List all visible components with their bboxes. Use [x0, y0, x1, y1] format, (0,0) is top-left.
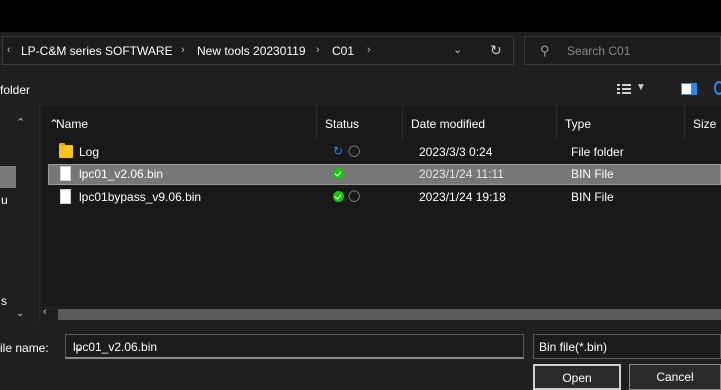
nav-item-s[interactable]: s	[1, 294, 7, 308]
file-name-value: lpc01_v2.06.bin	[73, 340, 158, 354]
search-icon: ⚲	[540, 43, 550, 58]
breadcrumb-separator-icon[interactable]: ›	[316, 44, 320, 56]
file-type-value: Bin file(*.bin)	[539, 340, 608, 354]
refresh-icon[interactable]: ↻	[490, 42, 502, 59]
file-list: Name ⌃ Status Date modified Type Size Lo…	[41, 106, 721, 306]
chevron-down-icon[interactable]: ⌄	[73, 340, 83, 354]
person-icon: ◯	[348, 145, 361, 157]
file-type: BIN File	[571, 167, 614, 181]
breadcrumb-lp-software[interactable]: LP-C&M series SOFTWARE	[21, 44, 173, 58]
file-date: 2023/3/3 0:24	[419, 145, 493, 159]
address-bar[interactable]: ‹ LP-C&M series SOFTWARE › New tools 202…	[2, 36, 514, 65]
title-bar	[0, 0, 721, 32]
scroll-left-icon[interactable]: ‹	[43, 306, 47, 318]
scroll-up-icon[interactable]: ⌃	[16, 116, 25, 129]
help-icon[interactable]	[714, 81, 721, 95]
column-size-label: Size	[693, 117, 717, 131]
scrollbar-thumb[interactable]	[58, 309, 721, 320]
file-date: 2023/1/24 11:11	[419, 167, 504, 181]
available-status-icon	[333, 168, 344, 179]
file-name: Log	[79, 145, 100, 159]
view-options-icon[interactable]	[617, 84, 631, 94]
list-item-lpc01-v2-06[interactable]: lpc01_v2.06.bin 2023/1/24 11:11 BIN File	[48, 164, 721, 185]
navigation-pane: ⌃ u s ⌄	[0, 106, 40, 322]
column-type-label: Type	[565, 117, 592, 131]
file-name: lpc01bypass_v9.06.bin	[79, 190, 202, 204]
scroll-down-icon[interactable]: ⌄	[16, 308, 24, 319]
file-name-label: ile name:	[0, 341, 49, 355]
sync-status-icon: ↻	[333, 144, 344, 158]
sort-ascending-icon: ⌃	[49, 117, 60, 131]
cancel-button[interactable]: Cancel	[629, 364, 721, 390]
breadcrumb-separator-icon[interactable]: ›	[367, 44, 371, 56]
list-item-log[interactable]: Log ↻ ◯ 2023/3/3 0:24 File folder	[48, 142, 721, 163]
nav-item-selected[interactable]	[0, 166, 16, 188]
chevron-down-icon[interactable]: ⌄	[453, 43, 462, 56]
list-item-lpc01bypass[interactable]: lpc01bypass_v9.06.bin ◯ 2023/1/24 19:18 …	[48, 187, 721, 208]
search-placeholder: Search C01	[567, 44, 631, 58]
view-dropdown-icon[interactable]: ▼	[636, 82, 646, 93]
open-button[interactable]: Open	[533, 364, 621, 390]
column-header-status[interactable]: Status	[317, 106, 403, 140]
toolbar: folder ▼	[0, 74, 721, 106]
breadcrumb-new-tools[interactable]: New tools 20230119	[197, 44, 306, 58]
column-header-date[interactable]: Date modified	[403, 106, 557, 140]
column-status-label: Status	[325, 117, 360, 131]
cancel-button-label: Cancel	[656, 370, 694, 384]
file-icon	[60, 166, 71, 181]
address-row: ‹ LP-C&M series SOFTWARE › New tools 202…	[0, 32, 721, 74]
file-type-select[interactable]: Bin file(*.bin)	[533, 334, 721, 359]
dialog-footer: ile name: lpc01_v2.06.bin ⌄ Bin file(*.b…	[0, 322, 721, 390]
file-type: BIN File	[571, 190, 614, 204]
column-header-type[interactable]: Type	[557, 106, 685, 140]
available-status-icon	[333, 191, 344, 202]
column-header-name[interactable]: Name ⌃	[41, 106, 317, 140]
horizontal-scrollbar[interactable]: ‹	[41, 306, 721, 322]
file-type: File folder	[571, 145, 624, 159]
breadcrumb-c01[interactable]: C01	[332, 44, 354, 58]
new-folder-button[interactable]: folder	[0, 83, 30, 97]
search-input[interactable]: ⚲ Search C01	[524, 36, 721, 65]
breadcrumb-separator-icon[interactable]: ›	[181, 44, 185, 56]
column-date-label: Date modified	[411, 117, 486, 131]
folder-icon	[59, 143, 73, 158]
column-name-label: Name	[56, 117, 89, 131]
nav-item-u[interactable]: u	[1, 193, 8, 207]
file-date: 2023/1/24 19:18	[419, 190, 506, 204]
column-header-size[interactable]: Size	[685, 106, 721, 140]
preview-pane-icon[interactable]	[681, 83, 697, 95]
file-name: lpc01_v2.06.bin	[79, 167, 164, 181]
file-icon	[60, 189, 71, 204]
person-icon: ◯	[348, 190, 361, 202]
open-button-label: Open	[562, 371, 592, 385]
overflow-chevron-icon[interactable]: ‹	[7, 44, 11, 56]
file-name-field[interactable]: lpc01_v2.06.bin ⌄	[65, 334, 524, 359]
